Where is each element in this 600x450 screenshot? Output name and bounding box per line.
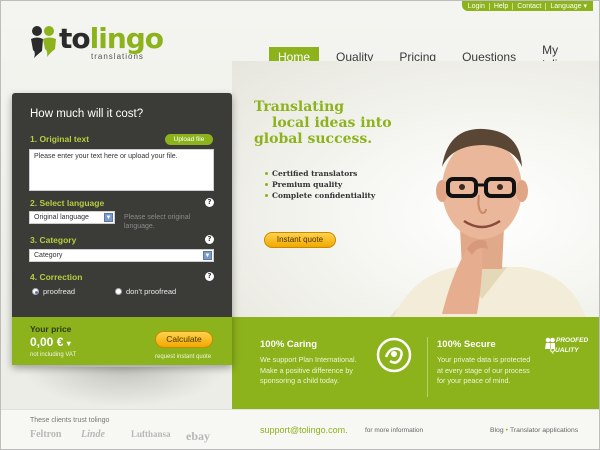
- list-item: Complete confidentiality: [265, 190, 375, 201]
- chevron-down-icon: ▼: [203, 251, 212, 260]
- language-hint: Please select original language.: [124, 214, 191, 230]
- secure-line: at every stage of our process: [437, 365, 530, 375]
- caring-title: 100% Caring: [260, 339, 318, 350]
- price-value[interactable]: 0,00 € ▾: [30, 335, 71, 349]
- bullet-icon: [265, 194, 268, 197]
- band-divider: [427, 337, 428, 397]
- contact-link[interactable]: Contact: [517, 3, 541, 10]
- language-select-value: Original language: [34, 214, 89, 221]
- chevron-down-icon: ▼: [104, 213, 113, 222]
- logo-wordmark: tolingo: [59, 22, 164, 55]
- secure-title: 100% Secure: [437, 339, 496, 350]
- category-select-value: Category: [34, 252, 63, 259]
- divider: [488, 2, 490, 10]
- upload-file-button[interactable]: Upload file: [165, 134, 213, 145]
- bullet-icon: [265, 183, 268, 186]
- speech-people-icon: [31, 26, 56, 58]
- blog-link[interactable]: Blog: [490, 427, 504, 434]
- radio-label: don't proofread: [126, 287, 177, 296]
- bullet-icon: [265, 172, 268, 175]
- caring-text: We support Plan International. Make a po…: [260, 355, 357, 387]
- divider: [545, 2, 547, 10]
- original-text-input[interactable]: Please enter your text here or upload yo…: [29, 149, 214, 191]
- plan-international-icon[interactable]: [376, 337, 412, 373]
- caring-line: sponsoring a child today.: [260, 376, 339, 385]
- caring-line: Make a positive difference by: [260, 365, 353, 375]
- currency-dropdown-icon[interactable]: ▾: [67, 339, 71, 348]
- hero-tagline: Translating local ideas into global succ…: [254, 99, 392, 147]
- promo-band: 100% Caring We support Plan Internationa…: [232, 317, 599, 409]
- feature-text: Complete confidentiality: [272, 191, 376, 200]
- language-select[interactable]: Original language ▼: [29, 211, 115, 224]
- feature-list: Certified translators Premium quality Co…: [265, 168, 375, 201]
- language-link[interactable]: Language ▾: [550, 2, 587, 10]
- dont-proofread-radio[interactable]: don't proofread: [115, 287, 176, 296]
- page: Login Help Contact Language ▾ tolingo tr…: [1, 1, 599, 449]
- feature-text: Premium quality: [272, 180, 343, 189]
- section-select-language: 2. Select language: [30, 198, 105, 208]
- proofread-radio[interactable]: proofread: [32, 287, 75, 296]
- client-logo-lufthansa: Lufthansa: [131, 429, 171, 439]
- divider: [512, 2, 514, 10]
- client-logo-ebay: ebay: [186, 429, 210, 443]
- section-correction: 4. Correction: [30, 272, 83, 282]
- hero-portrait: [390, 128, 586, 317]
- translator-applications-link[interactable]: Translator applications: [510, 427, 578, 434]
- price-area: Your price 0,00 € ▾ not including VAT Ca…: [12, 317, 232, 365]
- utility-bar: Login Help Contact Language ▾: [461, 1, 593, 11]
- support-email-link[interactable]: support@tolingo.com.: [260, 425, 348, 435]
- tagline-line-3: global success.: [254, 131, 373, 147]
- feature-text: Certified translators: [272, 169, 358, 178]
- calculate-button[interactable]: Calculate: [155, 331, 213, 348]
- list-item: Premium quality: [265, 179, 375, 190]
- help-link[interactable]: Help: [494, 3, 508, 10]
- client-logo-feltron: Feltron: [30, 429, 62, 440]
- chevron-down-icon: ▾: [583, 3, 587, 10]
- client-logo-linde: Linde: [81, 429, 105, 440]
- help-icon[interactable]: ?: [205, 272, 214, 281]
- login-link[interactable]: Login: [468, 3, 485, 10]
- help-icon[interactable]: ?: [205, 198, 214, 207]
- panel-reflection: [21, 367, 226, 407]
- price-calculator: How much will it cost? 1. Original text …: [12, 93, 232, 365]
- secure-line: for your peace of mind.: [437, 376, 511, 385]
- hero: Translating local ideas into global succ…: [232, 61, 599, 317]
- instant-quote-link[interactable]: request instant quote: [155, 354, 211, 360]
- calculator-title: How much will it cost?: [30, 108, 144, 120]
- clients-title: These clients trust tolingo: [30, 417, 110, 424]
- logo-word-part1: to: [59, 22, 91, 55]
- logo-subtitle: translations: [91, 52, 144, 61]
- section-original-text: 1. Original text: [30, 134, 90, 144]
- badge-line-2: QUALITY: [550, 347, 579, 354]
- section-category: 3. Category: [30, 235, 77, 245]
- list-item: Certified translators: [265, 168, 375, 179]
- tagline-line-2: local ideas into: [272, 115, 392, 131]
- footer: These clients trust tolingo Feltron Lind…: [1, 409, 599, 449]
- instant-quote-button[interactable]: Instant quote: [264, 232, 336, 248]
- category-select[interactable]: Category ▼: [29, 249, 214, 262]
- tagline-line-1: Translating: [254, 99, 345, 115]
- logo-word-part2: lingo: [89, 22, 164, 55]
- price-label: Your price: [30, 324, 72, 334]
- radio-dot: [32, 288, 39, 295]
- radio-label: proofread: [43, 287, 76, 296]
- price-amount: 0,00 €: [30, 335, 64, 349]
- radio-dot: [115, 288, 122, 295]
- secure-line: Your private data is protected: [437, 355, 531, 364]
- proofed-quality-badge: PROOFED QUALITY: [544, 335, 588, 363]
- price-note: not including VAT: [30, 352, 77, 358]
- badge-line-1: PROOFED: [556, 337, 589, 344]
- logo[interactable]: tolingo translations: [29, 21, 169, 65]
- footer-links: Blog • Translator applications: [490, 427, 578, 434]
- help-icon[interactable]: ?: [205, 235, 214, 244]
- caring-line: We support Plan International.: [260, 355, 357, 364]
- secure-text: Your private data is protected at every …: [437, 355, 530, 387]
- email-note: for more information: [365, 427, 424, 434]
- language-label: Language: [550, 3, 582, 10]
